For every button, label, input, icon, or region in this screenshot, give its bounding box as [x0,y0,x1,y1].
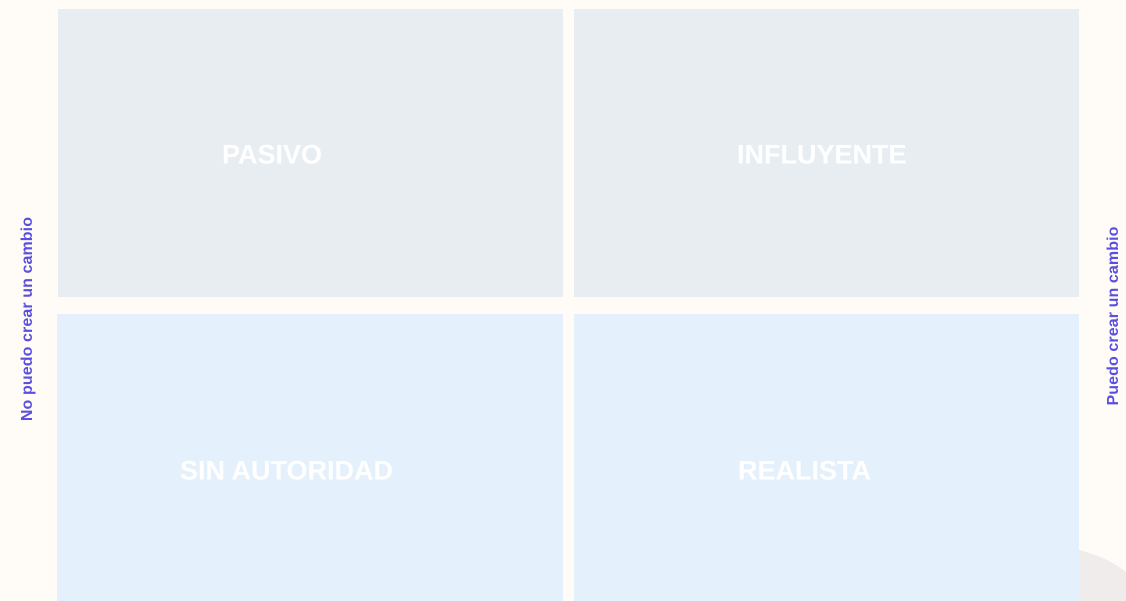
right-axis-label: Puedo crear un cambio [1105,226,1122,406]
quadrant-bottom-left: SIN AUTORIDAD [57,314,563,601]
quadrant-top-right: INFLUYENTE [574,9,1079,297]
quadrant-bottom-right: REALISTA [574,314,1079,601]
quadrant-label-sin-autoridad: SIN AUTORIDAD [180,455,394,486]
quadrant-label-realista: REALISTA [738,455,871,486]
quadrant-top-left: PASIVO [58,9,563,297]
quadrant-diagram: No puedo crear un cambio Puedo crear un … [0,0,1126,601]
left-axis-label: No puedo crear un cambio [19,216,36,422]
quadrant-label-pasivo: PASIVO [222,139,323,170]
quadrant-label-influyente: INFLUYENTE [737,139,907,170]
